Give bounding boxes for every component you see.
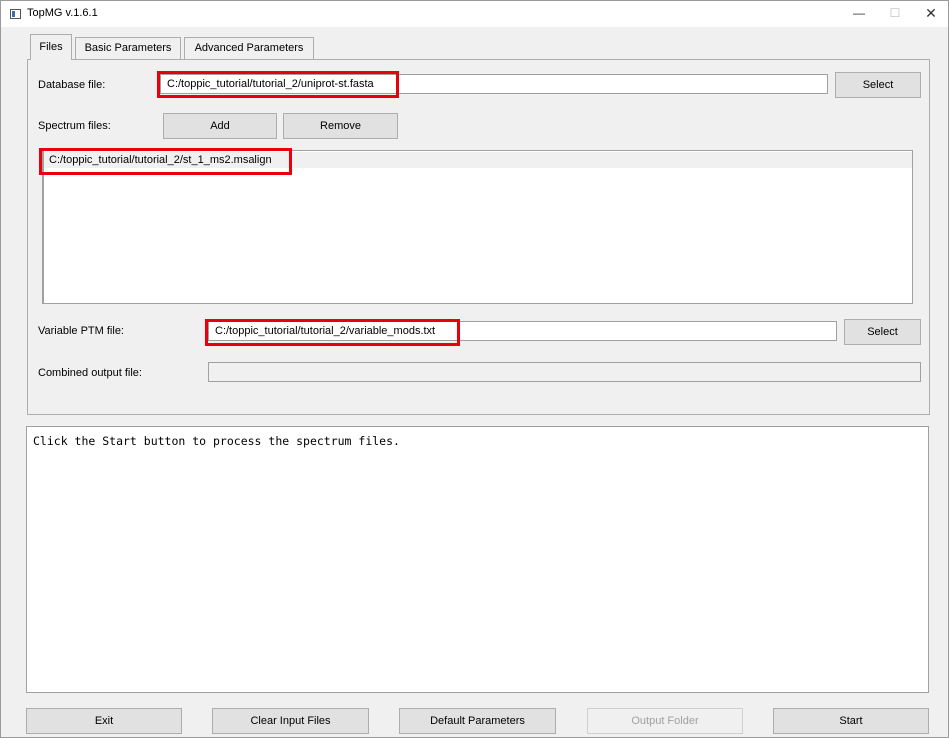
app-window: TopMG v.1.6.1 — ☐ ✕ Files Basic Paramete… [0, 0, 949, 738]
window-title: TopMG v.1.6.1 [27, 7, 98, 19]
tab-advanced-parameters[interactable]: Advanced Parameters [184, 37, 314, 59]
database-file-label: Database file: [38, 79, 106, 91]
variable-ptm-label: Variable PTM file: [38, 325, 124, 337]
tab-basic-parameters[interactable]: Basic Parameters [75, 37, 181, 59]
add-spectrum-button[interactable]: Add [163, 113, 277, 139]
variable-ptm-input[interactable]: C:/toppic_tutorial/tutorial_2/variable_m… [208, 321, 837, 341]
close-icon[interactable]: ✕ [913, 1, 949, 27]
default-parameters-button[interactable]: Default Parameters [399, 708, 556, 734]
spectrum-files-list[interactable]: C:/toppic_tutorial/tutorial_2/st_1_ms2.m… [42, 150, 913, 304]
variable-ptm-select-button[interactable]: Select [844, 319, 921, 345]
combined-output-label: Combined output file: [38, 367, 142, 379]
minimize-icon[interactable]: — [841, 1, 877, 27]
clear-input-files-button[interactable]: Clear Input Files [212, 708, 369, 734]
database-file-input[interactable]: C:/toppic_tutorial/tutorial_2/uniprot-st… [160, 74, 828, 94]
database-select-button[interactable]: Select [835, 72, 921, 98]
tab-files[interactable]: Files [30, 34, 72, 60]
exit-button[interactable]: Exit [26, 708, 182, 734]
log-output[interactable]: Click the Start button to process the sp… [26, 426, 929, 693]
list-item[interactable]: C:/toppic_tutorial/tutorial_2/st_1_ms2.m… [44, 152, 912, 168]
start-button[interactable]: Start [773, 708, 929, 734]
remove-spectrum-button[interactable]: Remove [283, 113, 398, 139]
log-text: Click the Start button to process the sp… [33, 434, 400, 448]
combined-output-field [208, 362, 921, 382]
title-bar[interactable]: TopMG v.1.6.1 — ☐ ✕ [1, 1, 948, 27]
output-folder-button: Output Folder [587, 708, 743, 734]
app-icon [10, 9, 21, 19]
spectrum-files-label: Spectrum files: [38, 120, 111, 132]
maximize-icon[interactable]: ☐ [877, 1, 913, 27]
